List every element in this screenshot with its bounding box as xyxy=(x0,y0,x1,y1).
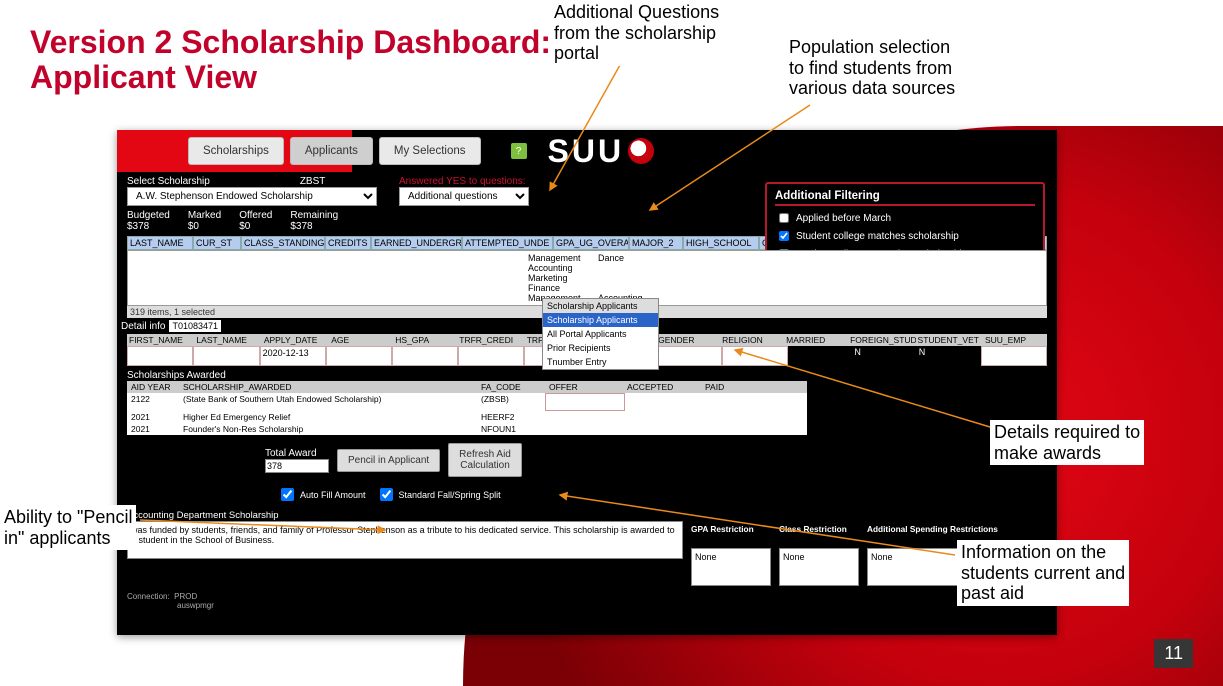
marked-label: Marked xyxy=(188,210,221,221)
offered-label: Offered xyxy=(239,210,272,221)
desc-text: was funded by students, friends, and fam… xyxy=(127,521,683,559)
grid-visible-rows: ManagementDance Accounting Marketing Fin… xyxy=(528,253,643,303)
filter-college-match[interactable]: Student college matches scholarship xyxy=(775,228,1035,244)
filter-applied-before[interactable]: Applied before March xyxy=(775,210,1035,226)
logo: SUU xyxy=(548,133,655,170)
marked-value: $0 xyxy=(188,221,221,232)
total-award-input[interactable] xyxy=(265,459,329,473)
callout-questions: Additional Questions from the scholarshi… xyxy=(550,0,723,66)
refresh-aid-button[interactable]: Refresh Aid Calculation xyxy=(448,443,522,477)
popmenu-prior-recipients[interactable]: Prior Recipients xyxy=(543,341,658,355)
filter-title: Additional Filtering xyxy=(775,190,1035,206)
connection-info: Connection: PROD auswpmgr xyxy=(117,586,1057,616)
popmenu-all-portal[interactable]: All Portal Applicants xyxy=(543,327,658,341)
topbar: Scholarships Applicants My Selections ? … xyxy=(117,130,1057,172)
logo-text: SUU xyxy=(548,133,625,170)
popmenu-scholarship-applicants[interactable]: Scholarship Applicants xyxy=(543,313,658,327)
awarded-rows[interactable]: 2122(State Bank of Southern Utah Endowed… xyxy=(127,393,807,435)
auto-fill-checkbox[interactable]: Auto Fill Amount xyxy=(277,485,366,504)
eagle-icon xyxy=(628,138,654,164)
answered-yes-label: Answered YES to questions: xyxy=(399,176,529,187)
total-award-label: Total Award xyxy=(265,448,329,459)
remaining-value: $378 xyxy=(290,221,338,232)
additional-restriction-label: Additional Spending Restrictions xyxy=(867,524,1047,534)
zbst-code: ZBST xyxy=(300,176,326,187)
offered-value: $0 xyxy=(239,221,272,232)
class-restriction-value: None xyxy=(779,548,859,586)
tab-my-selections[interactable]: My Selections xyxy=(379,137,481,165)
budgeted-value: $378 xyxy=(127,221,170,232)
detail-id: T01083471 xyxy=(169,320,221,332)
popmenu-tnumber[interactable]: Tnumber Entry xyxy=(543,355,658,369)
slide-title-line1: Version 2 Scholarship Dashboard: xyxy=(30,25,551,60)
desc-title: Accounting Department Scholarship xyxy=(127,510,683,521)
select-scholarship-label: Select Scholarship xyxy=(127,176,210,187)
gpa-restriction-value: None xyxy=(691,548,771,586)
tab-scholarships[interactable]: Scholarships xyxy=(188,137,284,165)
description-row: Accounting Department Scholarship was fu… xyxy=(117,510,1057,586)
dashboard-app: Scholarships Applicants My Selections ? … xyxy=(117,130,1057,635)
pencil-in-button[interactable]: Pencil in Applicant xyxy=(337,449,440,472)
detail-label: Detail info xyxy=(121,321,165,332)
callout-population: Population selection to find students fr… xyxy=(785,35,959,101)
fall-spring-checkbox[interactable]: Standard Fall/Spring Split xyxy=(376,485,501,504)
class-restriction-label: Class Restriction xyxy=(779,524,859,534)
scholarship-select[interactable]: A.W. Stephenson Endowed Scholarship xyxy=(127,187,377,206)
controls-row: Total Award Pencil in Applicant Refresh … xyxy=(117,435,1057,485)
population-menu[interactable]: Scholarship Applicants Scholarship Appli… xyxy=(542,298,659,370)
budgeted-label: Budgeted xyxy=(127,210,170,221)
slide-title-line2: Applicant View xyxy=(30,60,551,95)
callout-pastaid: Information on the students current and … xyxy=(957,540,1129,606)
slide-title: Version 2 Scholarship Dashboard: Applica… xyxy=(30,25,551,95)
page-number: 11 xyxy=(1154,639,1193,668)
gpa-restriction-label: GPA Restriction xyxy=(691,524,771,534)
questions-select[interactable]: Additional questions xyxy=(399,187,529,206)
awarded-grid: AID YEAR SCHOLARSHIP_AWARDED FA_CODE OFF… xyxy=(127,381,807,435)
remaining-label: Remaining xyxy=(290,210,338,221)
callout-details: Details required to make awards xyxy=(990,420,1144,465)
help-icon[interactable]: ? xyxy=(511,143,527,159)
tab-applicants[interactable]: Applicants xyxy=(290,137,373,165)
popmenu-current[interactable]: Scholarship Applicants xyxy=(543,299,658,313)
callout-pencil: Ability to "Pencil in" applicants xyxy=(0,505,136,550)
